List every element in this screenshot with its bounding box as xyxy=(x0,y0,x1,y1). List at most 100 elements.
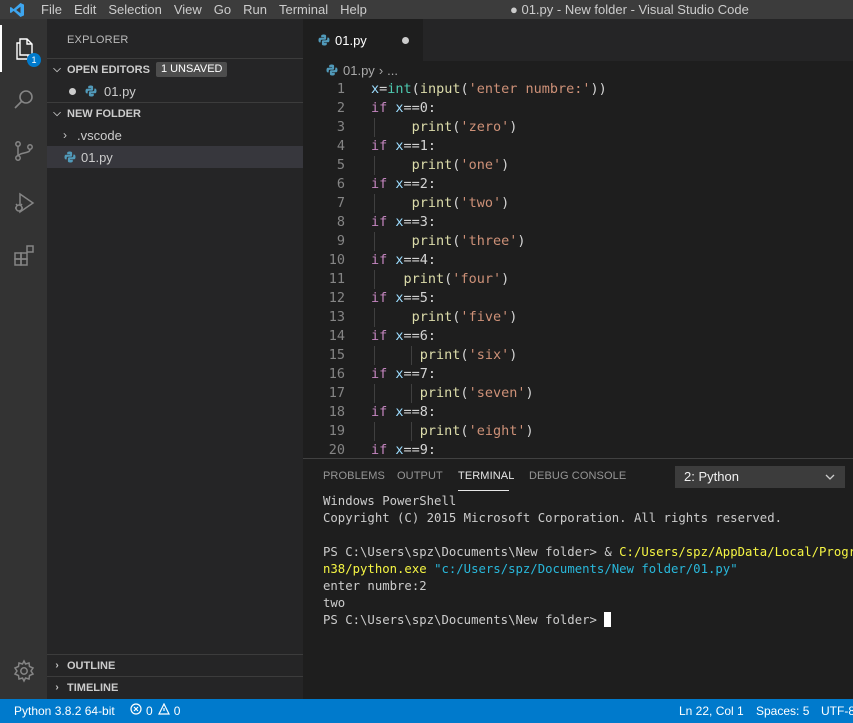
menu-help[interactable]: Help xyxy=(334,0,373,19)
source-control-icon[interactable] xyxy=(0,127,47,174)
line-number: 15 xyxy=(328,347,345,363)
extensions-icon[interactable] xyxy=(0,231,47,278)
code-text: if x==4: xyxy=(371,252,437,268)
title-bar: File Edit Selection View Go Run Terminal… xyxy=(0,0,853,19)
outline-header[interactable]: › OUTLINE xyxy=(47,654,303,676)
line-number: 3 xyxy=(336,119,345,135)
problems-summary[interactable]: 0 0 xyxy=(130,699,180,723)
menu-selection[interactable]: Selection xyxy=(102,0,167,19)
code-text: x=int(input('enter numbre:')) xyxy=(371,81,607,97)
code-text: print('three') xyxy=(411,233,526,249)
menu-file[interactable]: File xyxy=(34,0,68,19)
code-text: if x==3: xyxy=(371,214,437,230)
tab-output[interactable]: OUTPUT xyxy=(397,470,443,482)
terminal-line: Windows PowerShell xyxy=(323,494,457,508)
outline-label: OUTLINE xyxy=(67,659,116,672)
run-debug-icon[interactable] xyxy=(0,179,47,226)
terminal-line: Copyright (C) 2015 Microsoft Corporation… xyxy=(323,511,783,525)
breadcrumb-tail[interactable]: ... xyxy=(387,63,398,78)
code-line: 8 if x==3: xyxy=(303,213,853,232)
tree-item-01py[interactable]: 01.py xyxy=(47,146,303,168)
unsaved-dot-icon[interactable] xyxy=(402,37,409,44)
open-editor-item[interactable]: 01.py xyxy=(47,80,303,102)
code-line: 13 print('five') xyxy=(303,308,853,327)
error-icon xyxy=(130,699,142,723)
code-text: if x==6: xyxy=(371,328,437,344)
code-text: if x==5: xyxy=(371,290,437,306)
tree-item-vscode-folder[interactable]: › .vscode xyxy=(47,124,303,146)
status-bar: Python 3.8.2 64-bit 0 0 Ln 22, Col 1 Spa… xyxy=(0,699,853,723)
code-line: 3 print('zero') xyxy=(303,118,853,137)
error-count: 0 xyxy=(146,704,153,718)
tab-terminal[interactable]: TERMINAL xyxy=(458,470,514,482)
code-line: 12 if x==5: xyxy=(303,289,853,308)
encoding[interactable]: UTF-8 xyxy=(821,699,853,723)
terminal-select-dropdown[interactable]: 2: Python xyxy=(675,466,845,488)
terminal-line[interactable]: PS C:\Users\spz\Documents\New folder> xyxy=(323,612,612,629)
vscode-folder-label: .vscode xyxy=(77,127,122,143)
menu-view[interactable]: View xyxy=(168,0,208,19)
warning-count: 0 xyxy=(173,704,181,718)
explorer-icon[interactable]: 1 xyxy=(0,25,47,72)
terminal-cursor xyxy=(604,612,612,627)
code-text: if x==2: xyxy=(371,176,437,192)
print-word: one xyxy=(468,157,493,173)
explorer-badge: 1 xyxy=(27,53,41,67)
menu-terminal[interactable]: Terminal xyxy=(273,0,334,19)
code-text: print('six') xyxy=(419,347,518,363)
code-editor[interactable]: 1 x=int(input('enter numbre:')) 2 if x==0:… xyxy=(303,80,853,458)
code-text: if x==7: xyxy=(371,366,437,382)
code-line: 18 if x==8: xyxy=(303,403,853,422)
code-line: 7 print('two') xyxy=(303,194,853,213)
line-number: 11 xyxy=(328,271,345,287)
code-text: if x==9: xyxy=(371,442,437,458)
chevron-right-icon: › xyxy=(63,128,67,142)
code-line: 15 print('six') xyxy=(303,346,853,365)
settings-gear-icon[interactable] xyxy=(0,647,47,694)
python-file-icon xyxy=(84,84,98,98)
open-editors-header[interactable]: ⌵ OPEN EDITORS 1 UNSAVED xyxy=(47,58,303,80)
new-folder-header[interactable]: ⌵ NEW FOLDER xyxy=(47,102,303,124)
code-line: 10 if x==4: xyxy=(303,251,853,270)
chevron-down-icon: ⌵ xyxy=(53,64,61,75)
terminal-select-value: 2: Python xyxy=(684,469,739,484)
menu-go[interactable]: Go xyxy=(208,0,237,19)
code-line: 16 if x==7: xyxy=(303,365,853,384)
code-text: print('seven') xyxy=(419,385,534,401)
tab-problems[interactable]: PROBLEMS xyxy=(323,470,385,482)
python-interpreter[interactable]: Python 3.8.2 64-bit xyxy=(14,699,115,723)
tab-01py[interactable]: 01.py xyxy=(303,19,423,61)
python-file-icon xyxy=(63,150,77,164)
tab-debug-console[interactable]: DEBUG CONSOLE xyxy=(529,470,626,482)
python-file-icon xyxy=(325,63,339,77)
code-line: 6 if x==2: xyxy=(303,175,853,194)
breadcrumb-separator: › xyxy=(378,62,384,78)
line-number: 6 xyxy=(336,176,345,192)
line-number: 4 xyxy=(336,138,345,154)
search-icon[interactable] xyxy=(0,75,47,122)
print-word: six xyxy=(476,347,502,363)
code-line: 4 if x==1: xyxy=(303,137,853,156)
line-number: 16 xyxy=(328,366,345,382)
code-text: print('two') xyxy=(411,195,510,211)
code-line: 5 print('one') xyxy=(303,156,853,175)
menu-run[interactable]: Run xyxy=(237,0,273,19)
timeline-label: TIMELINE xyxy=(67,681,119,694)
open-editor-label: 01.py xyxy=(104,83,136,99)
breadcrumb-file[interactable]: 01.py xyxy=(343,63,375,78)
print-word: four xyxy=(460,271,493,287)
code-line: 20 if x==9: xyxy=(303,441,853,458)
unsaved-dot-icon xyxy=(69,87,76,95)
code-text: if x==1: xyxy=(371,138,437,154)
cursor-position[interactable]: Ln 22, Col 1 xyxy=(679,699,744,723)
terminal-line: two xyxy=(323,596,346,610)
terminal-prompt: PS C:\Users\spz\Documents\New folder> & xyxy=(323,545,620,559)
menu-edit[interactable]: Edit xyxy=(68,0,102,19)
terminal-prompt: PS C:\Users\spz\Documents\New folder> xyxy=(323,613,605,627)
indentation[interactable]: Spaces: 5 xyxy=(756,699,809,723)
line-number: 8 xyxy=(336,214,345,230)
tab-label: 01.py xyxy=(335,32,367,48)
code-line: 2 if x==0: xyxy=(303,99,853,118)
bottom-panel: PROBLEMS OUTPUT TERMINAL DEBUG CONSOLE 2… xyxy=(303,458,853,699)
timeline-header[interactable]: › TIMELINE xyxy=(47,676,303,698)
